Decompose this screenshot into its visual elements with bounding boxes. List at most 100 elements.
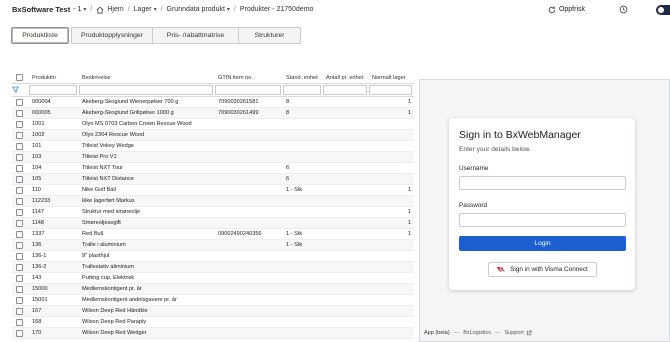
- breadcrumb-grunndata[interactable]: Grunndata produkt ▾: [167, 6, 230, 13]
- row-select-cell[interactable]: [12, 131, 29, 139]
- refresh-button[interactable]: Oppfrisk: [548, 6, 585, 14]
- select-all-cell[interactable]: [12, 74, 29, 83]
- table-row[interactable]: 15000 Medlemskontigent pr. år: [12, 284, 414, 295]
- row-select-cell[interactable]: [12, 219, 29, 227]
- table-row[interactable]: 1001 Olyo MS 0703 Carbon Crown Rescue Woo…: [12, 119, 414, 130]
- table-row[interactable]: 105 Titleist NXT Distance 6: [12, 174, 414, 185]
- row-select-cell[interactable]: [12, 296, 29, 304]
- column-header-beskrivelse[interactable]: Beskrivelse: [79, 75, 215, 83]
- column-header-gtin[interactable]: GTIN item no.: [215, 75, 283, 83]
- row-checkbox[interactable]: [16, 329, 23, 337]
- table-row[interactable]: 000005 Åkeberg-Skoglund Grillpølser 1000 …: [12, 108, 414, 119]
- table-row[interactable]: 000004 Åkeberg-Skoglund Wienerpølser 700 …: [12, 97, 414, 108]
- row-checkbox[interactable]: [16, 98, 23, 106]
- row-checkbox[interactable]: [16, 230, 23, 238]
- table-row[interactable]: 136 Tralle i aluminium 1 - Stk: [12, 240, 414, 251]
- row-select-cell[interactable]: [12, 252, 29, 260]
- password-input[interactable]: [459, 213, 626, 227]
- history-icon[interactable]: [619, 5, 628, 14]
- table-row[interactable]: 1002 Olyo 2304 Rescue Wood: [12, 130, 414, 141]
- username-input[interactable]: [459, 176, 626, 190]
- table-row[interactable]: 143 Putting cup, Elektrisk: [12, 273, 414, 284]
- row-select-cell[interactable]: [12, 120, 29, 128]
- table-row[interactable]: 101 Titleist Vokey Wedge: [12, 141, 414, 152]
- row-checkbox[interactable]: [16, 241, 23, 249]
- row-checkbox[interactable]: [16, 318, 23, 326]
- filter-input-stand-enhet[interactable]: [283, 85, 321, 95]
- row-checkbox[interactable]: [16, 120, 23, 128]
- row-select-cell[interactable]: [12, 109, 29, 117]
- row-checkbox[interactable]: [16, 274, 23, 282]
- filter-input-beskrivelse[interactable]: [79, 85, 213, 95]
- table-row[interactable]: 136-2 Trallestativ aliminium: [12, 262, 414, 273]
- row-select-cell[interactable]: [12, 208, 29, 216]
- filter-input-produktnr[interactable]: [29, 85, 77, 95]
- row-select-cell[interactable]: [12, 142, 29, 150]
- tab-produktopplysninger[interactable]: Produktopplysninger: [71, 27, 153, 44]
- tab-strukturer[interactable]: Strukturer: [238, 27, 301, 44]
- filter-input-gtin[interactable]: [215, 85, 281, 95]
- row-checkbox[interactable]: [16, 263, 23, 271]
- row-select-cell[interactable]: [12, 186, 29, 194]
- company-number[interactable]: - 1: [73, 6, 81, 13]
- row-select-cell[interactable]: [12, 164, 29, 172]
- column-header-antall-pr-enhet[interactable]: Antall pr. enhet: [323, 75, 369, 83]
- chevron-down-icon[interactable]: ▾: [83, 6, 86, 13]
- row-checkbox[interactable]: [16, 219, 23, 227]
- breadcrumb-home[interactable]: Hjem: [96, 6, 124, 14]
- footer-support-link[interactable]: Support: [505, 330, 524, 336]
- row-checkbox[interactable]: [16, 186, 23, 194]
- row-select-cell[interactable]: [12, 153, 29, 161]
- column-header-stand-enhet[interactable]: Stand. enhet: [283, 75, 323, 83]
- table-row[interactable]: 136-1 9" plasthjul: [12, 251, 414, 262]
- column-header-produktnr[interactable]: Produktnr: [29, 75, 79, 83]
- row-select-cell[interactable]: [12, 197, 29, 205]
- row-select-cell[interactable]: [12, 98, 29, 106]
- row-checkbox[interactable]: [16, 175, 23, 183]
- row-checkbox[interactable]: [16, 285, 23, 293]
- row-checkbox[interactable]: [16, 307, 23, 315]
- table-row[interactable]: 15001 Medlemskontigent andelsgavere pr. å…: [12, 295, 414, 306]
- theme-toggle[interactable]: [656, 4, 670, 15]
- row-checkbox[interactable]: [16, 197, 23, 205]
- footer-bxlogistics-link[interactable]: BxLogistics: [463, 330, 491, 336]
- row-select-cell[interactable]: [12, 307, 29, 315]
- table-row[interactable]: 170 Wilson Deep Red Wedger: [12, 328, 414, 339]
- row-select-cell[interactable]: [12, 274, 29, 282]
- table-row[interactable]: 110 Nike Golf Ball 1 - Stk 1: [12, 185, 414, 196]
- breadcrumb-lager[interactable]: Lager ▾: [134, 6, 157, 13]
- row-checkbox[interactable]: [16, 252, 23, 260]
- column-header-normalt-lager[interactable]: Normalt lager: [369, 75, 414, 83]
- row-select-cell[interactable]: [12, 175, 29, 183]
- row-checkbox[interactable]: [16, 164, 23, 172]
- table-row[interactable]: 167 Wilson Deep Red Håndkle: [12, 306, 414, 317]
- table-row[interactable]: 168 Wilson Deep Red Paraply: [12, 317, 414, 328]
- row-select-cell[interactable]: [12, 285, 29, 293]
- tab-produktliste[interactable]: Produktliste: [11, 27, 69, 44]
- table-row[interactable]: 104 Titleist NXT Tour 6: [12, 163, 414, 174]
- row-checkbox[interactable]: [16, 109, 23, 117]
- row-select-cell[interactable]: [12, 230, 29, 238]
- row-checkbox[interactable]: [16, 153, 23, 161]
- filter-input-antall[interactable]: [323, 85, 367, 95]
- tab-pris-rabattmatrise[interactable]: Pris- /rabattmatrise: [152, 27, 239, 44]
- login-button[interactable]: Login: [459, 236, 626, 251]
- table-row[interactable]: 1148 Smøreoljeavgift 1: [12, 218, 414, 229]
- row-checkbox[interactable]: [16, 296, 23, 304]
- table-row[interactable]: 1147 Struktur med smøreolje 1: [12, 207, 414, 218]
- visma-connect-button[interactable]: Sign in with Visma Connect: [487, 262, 597, 277]
- footer-app-link[interactable]: App (beta): [424, 330, 450, 336]
- table-row[interactable]: 103 Titleist Pro V1: [12, 152, 414, 163]
- row-select-cell[interactable]: [12, 318, 29, 326]
- filter-input-normalt-lager[interactable]: [369, 85, 412, 95]
- select-all-checkbox[interactable]: [16, 74, 23, 81]
- filter-icon[interactable]: [12, 86, 19, 93]
- row-select-cell[interactable]: [12, 263, 29, 271]
- table-row[interactable]: 1337 Red Bull 09002490240356 1 - Stk 1: [12, 229, 414, 240]
- row-select-cell[interactable]: [12, 329, 29, 337]
- row-checkbox[interactable]: [16, 142, 23, 150]
- row-checkbox[interactable]: [16, 131, 23, 139]
- row-select-cell[interactable]: [12, 241, 29, 249]
- company-name[interactable]: BxSoftware Test: [12, 5, 70, 14]
- row-checkbox[interactable]: [16, 208, 23, 216]
